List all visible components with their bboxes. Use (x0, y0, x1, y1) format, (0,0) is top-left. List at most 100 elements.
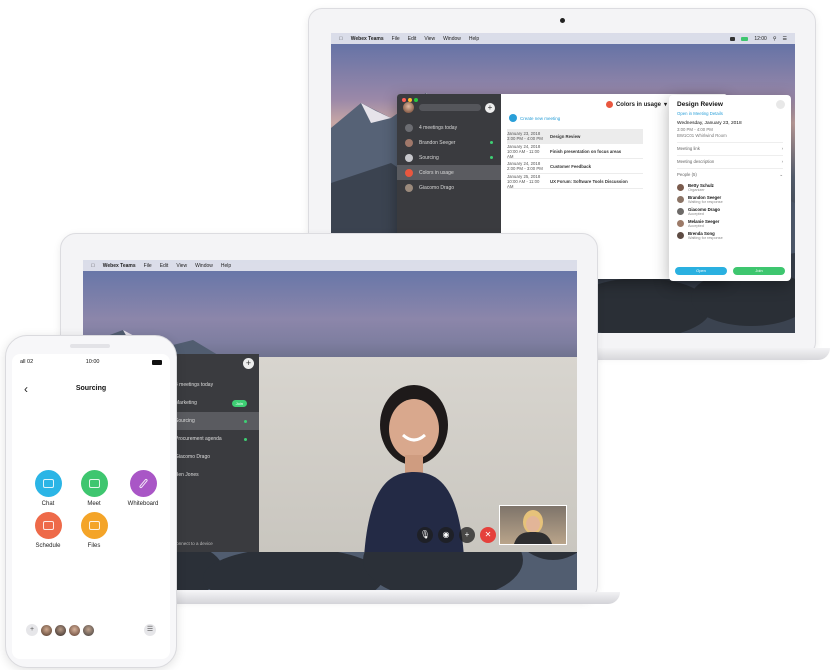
avatar[interactable] (41, 624, 52, 636)
meeting-title: Design Review (550, 133, 581, 139)
pencil-icon (129, 470, 157, 497)
menubar-clock[interactable]: 12:00 (754, 36, 767, 42)
avatar[interactable] (55, 624, 66, 636)
open-button[interactable]: Open (675, 267, 727, 275)
meeting-row[interactable]: January 24, 2018 10:00 AM - 11:00 AM Fini… (507, 144, 643, 159)
avatar[interactable] (83, 624, 94, 636)
sidebar-item-label: Procurement agenda (175, 436, 222, 442)
meeting-row[interactable]: January 25, 2018 10:00 AM - 11:00 AM UX F… (507, 174, 643, 189)
wifi-icon[interactable] (730, 36, 736, 41)
add-button[interactable]: + (243, 358, 254, 369)
person-row[interactable]: Melanie Seeger Accepted (677, 219, 783, 228)
apple-icon[interactable]:  (91, 263, 95, 269)
close-window-button[interactable] (402, 98, 406, 102)
menu-view[interactable]: View (176, 263, 187, 269)
battery-icon[interactable] (741, 36, 749, 41)
chat-icon (34, 470, 62, 497)
people-field[interactable]: People (5) ⌄ (677, 168, 783, 178)
sidebar-item-meetings[interactable]: 4 meetings today (397, 120, 501, 135)
chevron-right-icon: › (781, 159, 783, 164)
sidebar-item-label: Colors in usage (419, 169, 454, 176)
menu-window[interactable]: Window (443, 36, 461, 42)
person-row[interactable]: Brenda Song Waiting for response (677, 231, 783, 240)
person-status: Accepted (688, 224, 704, 228)
whiteboard-tile[interactable]: Whiteboard (118, 470, 168, 507)
menu-window[interactable]: Window (195, 263, 213, 269)
person-row[interactable]: Betty Schulz Organizer (677, 183, 783, 192)
field-label: Meeting description (677, 159, 715, 164)
menu-file[interactable]: File (144, 263, 152, 269)
meeting-title: UX Forum: Software Tools Discussion (550, 178, 628, 184)
apple-icon[interactable]:  (339, 36, 343, 42)
meeting-description-field[interactable]: Meeting description › (677, 155, 783, 164)
menu-edit[interactable]: Edit (160, 263, 169, 269)
menu-edit[interactable]: Edit (408, 36, 417, 42)
create-meeting-link[interactable]: Create new meeting (509, 114, 560, 122)
sidebar-item-colors-in-usage[interactable]: Colors in usage (397, 165, 501, 180)
unread-indicator (244, 437, 247, 441)
menu-view[interactable]: View (424, 36, 435, 42)
field-label: Meeting link (677, 146, 700, 151)
spotlight-icon[interactable]: ⚲ (773, 36, 777, 42)
tile-label: Chat (41, 501, 55, 507)
plus-icon (509, 114, 517, 122)
sidebar-item-brandon-seeger[interactable]: Brandon Seeger (397, 135, 501, 150)
mute-microphone-button[interactable]: 🎙 (417, 527, 433, 543)
sidebar-item-label: Ben Jones (175, 472, 199, 478)
files-tile[interactable]: Files (72, 512, 116, 549)
avatar (405, 168, 413, 177)
person-row[interactable]: Brandon Seeger Waiting for response (677, 195, 783, 204)
meeting-row[interactable]: January 23, 2018 3:00 PM - 4:00 PM Design… (507, 129, 643, 144)
search-input[interactable] (419, 104, 481, 111)
connect-device-button[interactable]: Connect to a device (173, 541, 213, 546)
product-showcase:  Webex Teams File Edit View Window Help… (0, 0, 830, 670)
end-call-button[interactable]: ✕ (480, 527, 496, 543)
sidebar-item-giacomo-drago[interactable]: Giacomo Drago (397, 180, 501, 195)
join-button[interactable]: Join (733, 267, 785, 275)
space-title[interactable]: Colors in usage ▾ (605, 101, 667, 108)
menu-icon[interactable]: ☰ (144, 624, 156, 636)
chevron-down-icon: ⌄ (779, 172, 783, 177)
add-button[interactable]: + (485, 103, 495, 113)
open-details-link[interactable]: Open in Meeting Details (677, 111, 783, 116)
avatar (405, 183, 413, 192)
schedule-tile[interactable]: Schedule (26, 512, 70, 549)
meeting-row[interactable]: January 24, 2018 2:00 PM - 3:00 PM Custom… (507, 159, 643, 174)
meeting-time: 3:00 PM - 4:00 PM (677, 127, 713, 132)
person-status: Accepted (688, 212, 704, 216)
more-options-button[interactable]: + (459, 527, 475, 543)
participant-video (364, 385, 464, 552)
menu-file[interactable]: File (392, 36, 400, 42)
sidebar-item-label: Sourcing (419, 154, 439, 161)
person-row[interactable]: Giacomo Drago Accepted (677, 207, 783, 216)
avatar (405, 153, 413, 162)
meeting-time: 10:00 AM - 11:00 AM (507, 148, 540, 159)
menu-list-icon[interactable]: ☰ (783, 36, 787, 42)
user-avatar[interactable] (403, 102, 414, 113)
menu-app-name[interactable]: Webex Teams (351, 36, 384, 42)
chat-tile[interactable]: Chat (26, 470, 70, 507)
zoom-window-button[interactable] (414, 98, 418, 102)
chevron-right-icon: › (781, 146, 783, 151)
self-view-video[interactable] (499, 505, 567, 545)
meet-tile[interactable]: Meet (72, 470, 116, 507)
meeting-location: BW1C01 Whirlwind Room (677, 133, 727, 138)
edit-icon[interactable] (776, 100, 785, 109)
meeting-link-field[interactable]: Meeting link › (677, 142, 783, 151)
menu-app-name[interactable]: Webex Teams (103, 263, 136, 269)
menu-help[interactable]: Help (469, 36, 479, 42)
unread-indicator (490, 156, 493, 159)
add-person-icon[interactable]: + (26, 624, 38, 636)
status-time: 10:00 (85, 359, 100, 365)
tile-label: Whiteboard (127, 501, 159, 507)
avatar (677, 196, 684, 203)
avatar[interactable] (69, 624, 80, 636)
join-badge[interactable]: Join (231, 399, 247, 407)
menu-help[interactable]: Help (221, 263, 231, 269)
popover-actions: Open Join (675, 267, 785, 275)
stop-video-button[interactable]: ◉ (438, 527, 454, 543)
meeting-time: 3:00 PM - 4:00 PM (507, 136, 543, 141)
avatar (405, 138, 413, 147)
sidebar-item-sourcing[interactable]: Sourcing (397, 150, 501, 165)
video-camera-icon (80, 470, 108, 497)
